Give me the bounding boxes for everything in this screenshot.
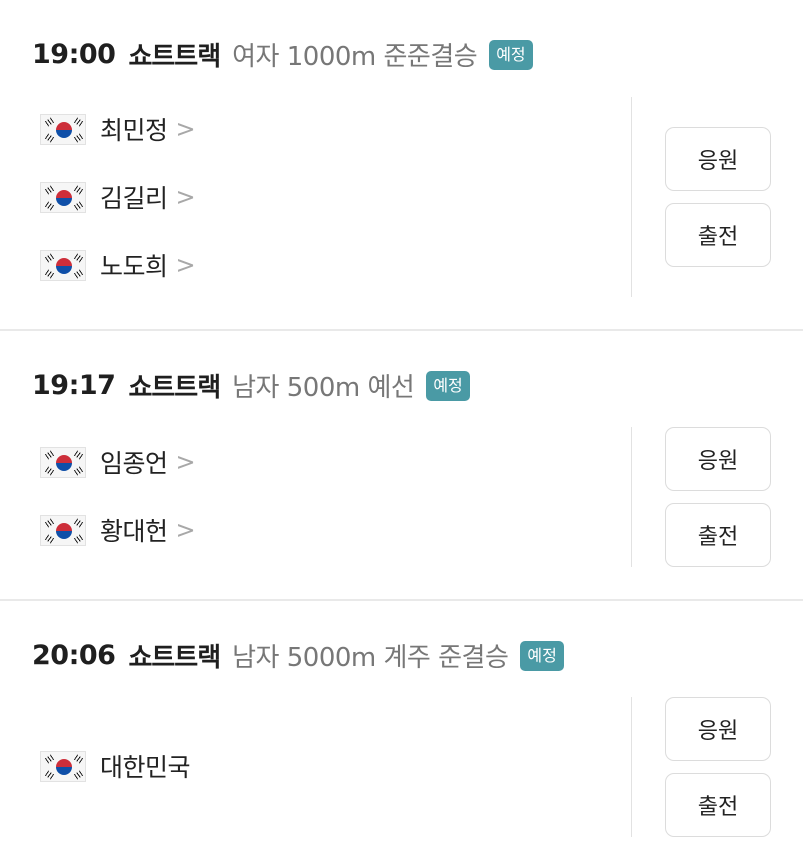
cheer-button[interactable]: 응원	[665, 697, 771, 761]
event-title: 남자 5000m 계주 준결승	[232, 643, 509, 673]
event-title: 남자 500m 예선	[232, 373, 415, 403]
entry-button[interactable]: 출전	[665, 773, 771, 837]
event-sport: 쇼트트랙	[128, 42, 221, 72]
athlete-item: 대한민국	[40, 732, 191, 800]
event-header: 20:06 쇼트트랙 남자 5000m 계주 준결승 예정	[32, 637, 564, 674]
event-title: 여자 1000m 준준결승	[232, 42, 478, 72]
entry-button[interactable]: 출전	[665, 203, 771, 267]
cheer-button[interactable]: 응원	[665, 127, 771, 191]
event-card: 19:17 쇼트트랙 남자 500m 예선 예정 임종언 > 황대헌 > 응원 …	[0, 331, 803, 599]
team-name: 대한민국	[100, 753, 191, 782]
athlete-name: 임종언	[100, 449, 168, 478]
status-badge: 예정	[520, 640, 564, 671]
event-header: 19:00 쇼트트랙 여자 1000m 준준결승 예정	[32, 36, 533, 73]
chevron-right-icon: >	[175, 251, 196, 279]
athlete-item[interactable]: 최민정 >	[40, 95, 196, 163]
chevron-right-icon: >	[175, 448, 196, 476]
athlete-item[interactable]: 황대헌 >	[40, 496, 196, 564]
event-header: 19:17 쇼트트랙 남자 500m 예선 예정	[32, 367, 470, 404]
korea-flag-icon	[40, 181, 86, 213]
status-badge: 예정	[426, 370, 470, 401]
athlete-item[interactable]: 김길리 >	[40, 163, 196, 231]
divider	[631, 97, 632, 297]
event-sport: 쇼트트랙	[128, 643, 221, 673]
event-sport: 쇼트트랙	[128, 373, 221, 403]
status-badge: 예정	[489, 39, 533, 70]
korea-flag-icon	[40, 750, 86, 782]
athlete-list: 임종언 > 황대헌 >	[40, 428, 196, 564]
athlete-item[interactable]: 임종언 >	[40, 428, 196, 496]
entry-button[interactable]: 출전	[665, 503, 771, 567]
athlete-name: 김길리	[100, 184, 168, 213]
event-time: 19:00	[32, 39, 116, 70]
chevron-right-icon: >	[175, 183, 196, 211]
chevron-right-icon: >	[175, 115, 196, 143]
athlete-name: 황대헌	[100, 517, 168, 546]
athlete-name: 노도희	[100, 252, 168, 281]
chevron-right-icon: >	[175, 516, 196, 544]
event-time: 19:17	[32, 370, 116, 401]
athlete-list: 대한민국	[40, 732, 191, 800]
event-card: 20:06 쇼트트랙 남자 5000m 계주 준결승 예정 대한민국 응원 출전	[0, 601, 803, 861]
divider	[631, 697, 632, 837]
korea-flag-icon	[40, 113, 86, 145]
event-time: 20:06	[32, 640, 116, 671]
schedule-list: 19:00 쇼트트랙 여자 1000m 준준결승 예정 최민정 > 김길리 > …	[0, 0, 803, 861]
cheer-button[interactable]: 응원	[665, 427, 771, 491]
korea-flag-icon	[40, 514, 86, 546]
athlete-item[interactable]: 노도희 >	[40, 231, 196, 299]
athlete-name: 최민정	[100, 116, 168, 145]
korea-flag-icon	[40, 249, 86, 281]
divider	[631, 427, 632, 567]
korea-flag-icon	[40, 446, 86, 478]
athlete-list: 최민정 > 김길리 > 노도희 >	[40, 95, 196, 299]
event-card: 19:00 쇼트트랙 여자 1000m 준준결승 예정 최민정 > 김길리 > …	[0, 0, 803, 329]
